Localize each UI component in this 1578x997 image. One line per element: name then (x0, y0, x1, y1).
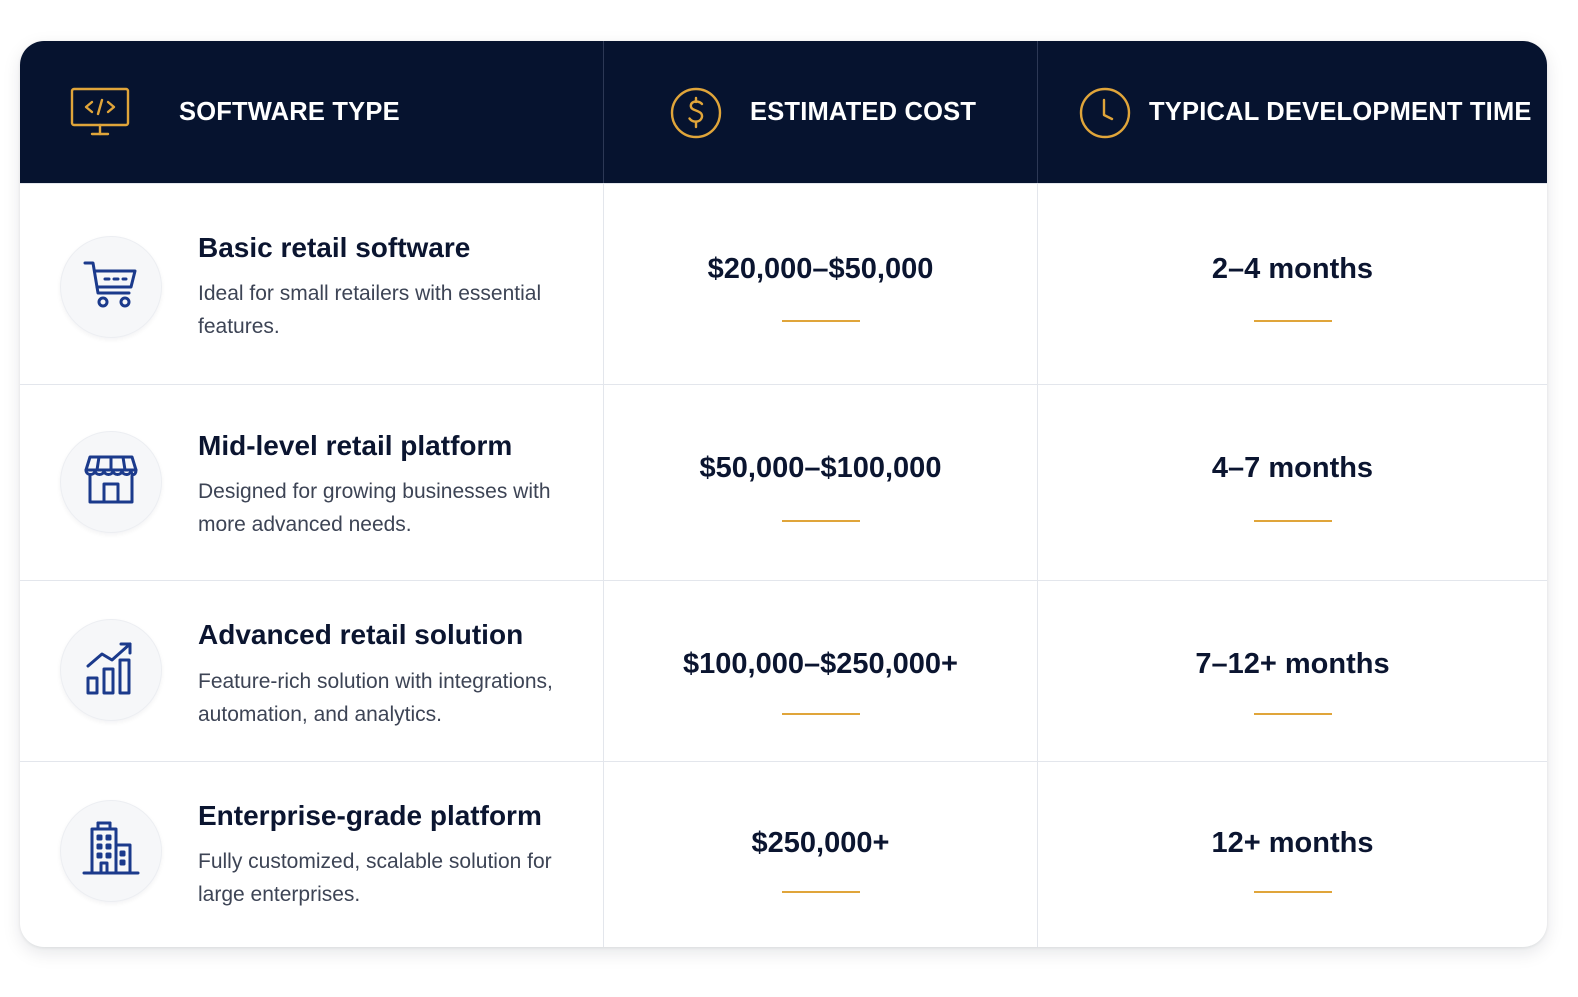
icon-badge (60, 619, 162, 721)
accent-underline (1253, 520, 1332, 522)
accent-underline (781, 520, 860, 522)
cost-value: $100,000–$250,000+ (683, 648, 958, 680)
row-title: Basic retail software (198, 232, 471, 263)
cost-value: $20,000–$50,000 (707, 253, 934, 285)
time-cell: 12+ months (1037, 762, 1547, 947)
accent-underline (781, 891, 860, 893)
accent-underline (781, 713, 860, 715)
table-row: Enterprise-grade platform Fully customiz… (20, 761, 1547, 947)
table-row: Advanced retail solution Feature-rich so… (20, 580, 1547, 761)
growth-chart-icon (84, 640, 138, 701)
accent-underline (1253, 891, 1332, 893)
accent-underline (1253, 713, 1332, 715)
office-building-icon (82, 821, 140, 882)
clock-icon (1079, 87, 1131, 144)
time-cell: 4–7 months (1037, 385, 1547, 580)
row-title: Advanced retail solution (198, 619, 524, 650)
header-estimated-cost: ESTIMATED COST (603, 41, 1037, 183)
code-monitor-icon (70, 87, 130, 142)
cost-cell: $250,000+ (603, 762, 1037, 947)
shopping-cart-icon (83, 259, 139, 316)
cost-cell: $20,000–$50,000 (603, 184, 1037, 384)
time-value: 2–4 months (1211, 253, 1374, 285)
accent-underline (1253, 320, 1332, 322)
row-description: Fully customized, scalable solution for … (198, 850, 552, 906)
accent-underline (781, 320, 860, 322)
header-development-time: TYPICAL DEVELOPMENT TIME (1037, 41, 1547, 183)
header-estimated-cost-label: ESTIMATED COST (750, 98, 977, 126)
dollar-coin-icon (670, 87, 722, 144)
row-description: Feature-rich solution with integrations,… (198, 670, 553, 726)
software-type-cell: Advanced retail solution Feature-rich so… (20, 581, 603, 761)
icon-badge (60, 800, 162, 902)
cost-value: $50,000–$100,000 (699, 452, 942, 484)
header-software-type: SOFTWARE TYPE (20, 41, 603, 183)
cost-cell: $100,000–$250,000+ (603, 581, 1037, 761)
pricing-table: SOFTWARE TYPE ESTIMATED COST TYPICAL DEV… (20, 41, 1547, 947)
icon-badge (60, 236, 162, 338)
row-description: Ideal for small retailers with essential… (198, 282, 542, 338)
table-header: SOFTWARE TYPE ESTIMATED COST TYPICAL DEV… (20, 41, 1547, 183)
row-title: Mid-level retail platform (198, 430, 513, 461)
cost-cell: $50,000–$100,000 (603, 385, 1037, 580)
row-description: Designed for growing businesses with mor… (198, 480, 551, 536)
cost-value: $250,000+ (751, 827, 890, 859)
storefront-icon (84, 454, 138, 511)
time-value: 4–7 months (1211, 452, 1374, 484)
header-software-type-label: SOFTWARE TYPE (179, 98, 400, 126)
time-value: 12+ months (1211, 827, 1374, 859)
table-row: Mid-level retail platform Designed for g… (20, 384, 1547, 580)
software-type-cell: Basic retail software Ideal for small re… (20, 184, 603, 384)
table-row: Basic retail software Ideal for small re… (20, 183, 1547, 384)
software-type-cell: Enterprise-grade platform Fully customiz… (20, 762, 603, 947)
time-cell: 7–12+ months (1037, 581, 1547, 761)
icon-badge (60, 431, 162, 533)
row-title: Enterprise-grade platform (198, 800, 542, 831)
header-development-time-label: TYPICAL DEVELOPMENT TIME (1149, 98, 1532, 126)
time-value: 7–12+ months (1195, 648, 1390, 680)
software-type-cell: Mid-level retail platform Designed for g… (20, 385, 603, 580)
time-cell: 2–4 months (1037, 184, 1547, 384)
